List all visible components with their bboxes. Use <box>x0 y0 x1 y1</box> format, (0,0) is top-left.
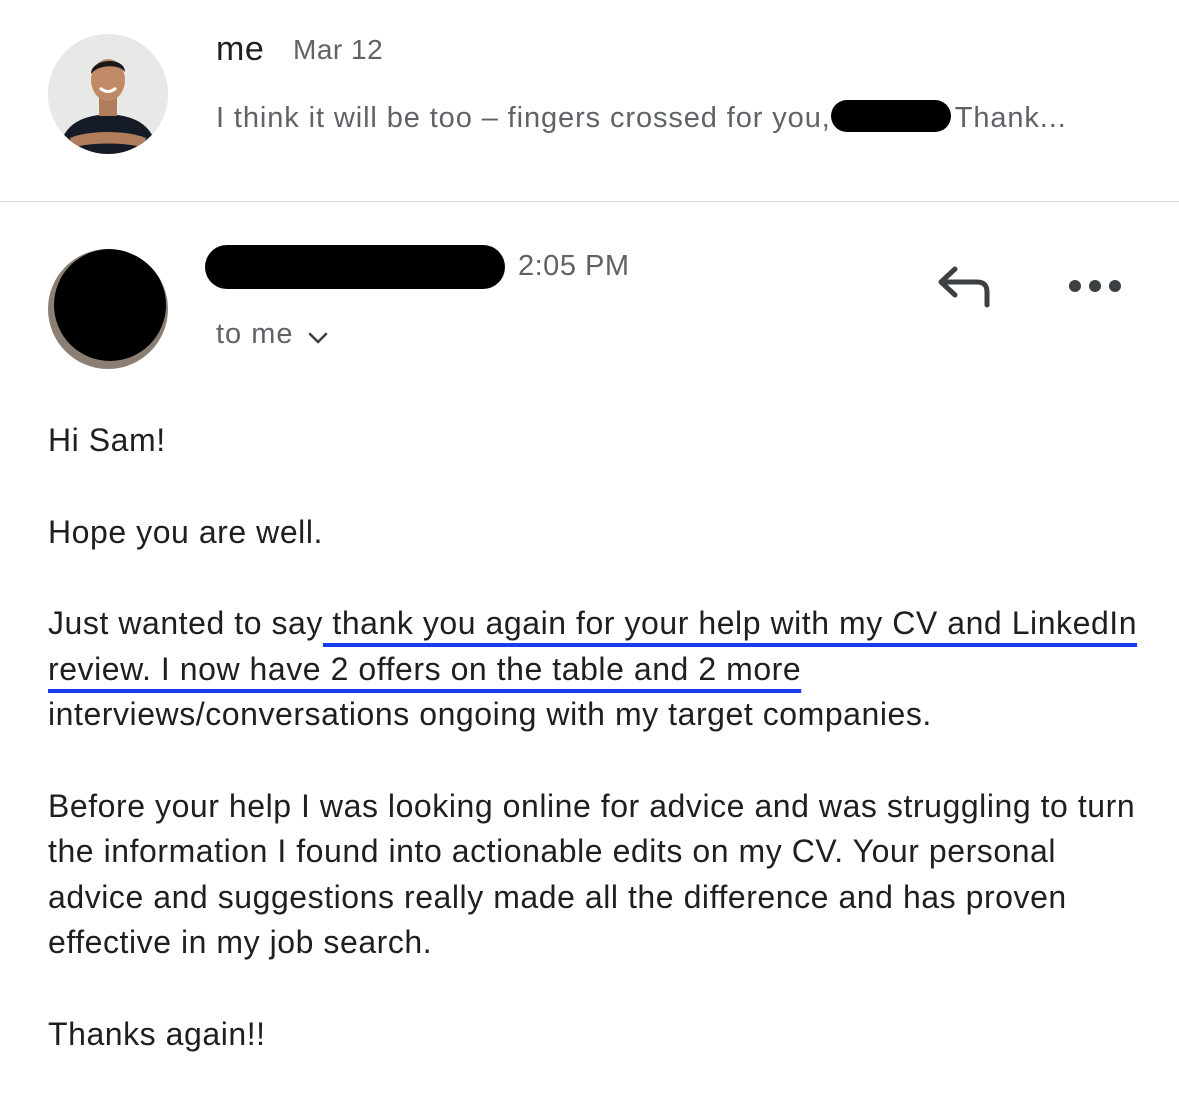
paragraph-text-end: interviews/conversations ongoing with my… <box>48 696 932 732</box>
avatar-sender <box>48 249 168 369</box>
reply-button[interactable] <box>930 260 996 312</box>
paragraph-text: Just wanted to say <box>48 605 323 641</box>
message-body: Hi Sam! Hope you are well. Just wanted t… <box>48 418 1158 1103</box>
message-time: 2:05 PM <box>518 250 630 282</box>
avatar-me <box>48 34 168 154</box>
more-options-button[interactable] <box>1064 266 1126 306</box>
message-snippet[interactable]: I think it will be too – fingers crossed… <box>216 100 1067 135</box>
avatar-redaction <box>54 249 166 361</box>
snippet-text: I think it will be too – fingers crossed… <box>216 102 831 134</box>
recipient-label: to me <box>216 318 294 350</box>
snippet-text-end: Thank... <box>954 102 1067 134</box>
message-date: Mar 12 <box>293 34 384 65</box>
body-paragraph-3: Before your help I was looking online fo… <box>48 787 1136 961</box>
redaction-mark <box>830 100 951 132</box>
body-paragraph-2: Just wanted to say thank you again for y… <box>48 601 1158 738</box>
chevron-down-icon <box>308 332 327 343</box>
recipient-details-toggle[interactable]: to me <box>216 318 328 351</box>
greeting: Hi Sam! <box>48 422 166 458</box>
more-horizontal-icon <box>1069 280 1121 292</box>
sender-name: me <box>216 30 265 68</box>
body-paragraph-1: Hope you are well. <box>48 513 323 550</box>
message-divider <box>0 201 1179 202</box>
sender-name-redaction <box>205 245 505 289</box>
reply-icon <box>938 266 990 308</box>
closing-line: Thanks again!! <box>48 1015 266 1052</box>
